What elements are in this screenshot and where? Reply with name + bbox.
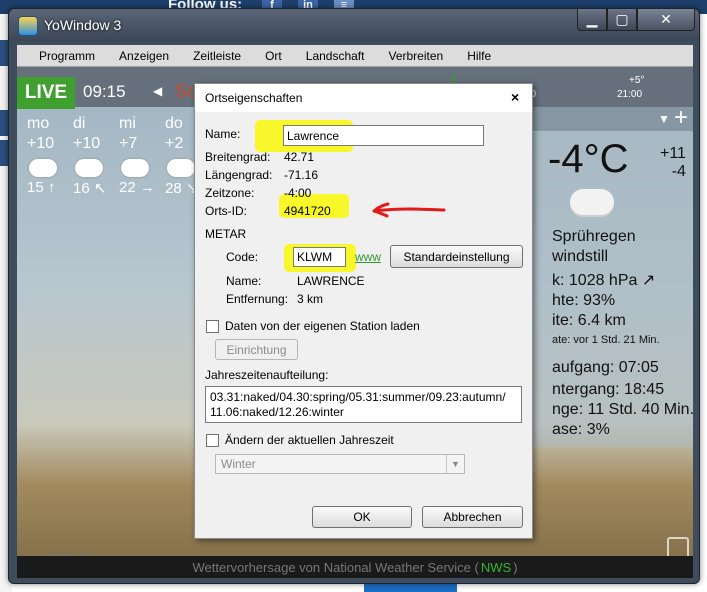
sunset-value: ntergang: 18:45 — [552, 381, 665, 398]
forecast-day-name: mi — [119, 115, 136, 132]
default-settings-button[interactable]: Standardeinstellung — [390, 245, 523, 268]
menu-item-hilfe[interactable]: Hilfe — [455, 49, 503, 63]
timezone-value: -4:00 — [284, 186, 312, 200]
distance-value: 3 km — [297, 292, 324, 306]
provider-text-end: ) — [513, 559, 518, 575]
forecast-day-name: di — [73, 115, 86, 132]
menu-bar: Programm Anzeigen Zeitleiste Ort Landsch… — [17, 45, 693, 67]
distance-label: Entfernung: — [226, 292, 289, 306]
wind-condition: windstill — [552, 248, 609, 265]
longitude-label: Längengrad: — [205, 168, 273, 182]
red-annotation-arrow — [372, 202, 446, 218]
timeline-back-icon[interactable]: ◀ — [153, 84, 162, 98]
live-button[interactable]: LIVE — [17, 77, 75, 109]
dialog-title-bar[interactable]: Ortseigenschaften × — [195, 84, 532, 112]
latitude-value: 42.71 — [284, 150, 315, 164]
season-select[interactable]: Winter ▼ — [215, 454, 465, 474]
forecast-wind: 22 → — [119, 179, 155, 196]
weather-condition: Sprühregen — [552, 228, 636, 245]
own-station-checkbox[interactable] — [206, 320, 219, 333]
menu-item-landschaft[interactable]: Landschaft — [294, 49, 377, 63]
pressure-value: k: 1028 hPa ↗ — [552, 272, 656, 289]
seasons-line: 11.06:naked/12.26:winter — [210, 405, 344, 419]
www-link[interactable]: www — [355, 250, 381, 264]
window-controls: ▁ ▢ ✕ — [577, 9, 695, 31]
current-time: 09:15 — [83, 82, 126, 101]
close-button[interactable]: ✕ — [637, 9, 695, 31]
location-id-value: 4941720 — [284, 204, 331, 218]
metar-code-input[interactable] — [293, 247, 346, 267]
provider-text: Wettervorhersage von National Weather Se… — [192, 559, 479, 575]
forecast-temp: +10 — [27, 135, 55, 152]
name-label: Name: — [205, 127, 241, 141]
forecast-wind: 16 ↖ — [73, 180, 107, 197]
forecast-day-name: mo — [27, 115, 50, 132]
update-age: ate: vor 1 Std. 21 Min. — [552, 334, 660, 346]
location-id-label: Orts-ID: — [205, 204, 247, 218]
forecast-temp: +7 — [119, 135, 138, 152]
partly-cloudy-icon — [121, 159, 149, 177]
day-length-value: nge: 11 Std. 40 Min. — [552, 401, 693, 418]
seasons-line: 03.31:naked/04.30:spring/05.31:summer/09… — [210, 390, 506, 404]
metar-name-value: LAWRENCE — [297, 274, 365, 288]
visibility-value: ite: 6.4 km — [552, 312, 626, 329]
chevron-down-icon[interactable]: ▼ — [446, 455, 464, 473]
forecast-day[interactable]: mi +7 22 → — [119, 115, 163, 199]
current-temperature: -4°C — [548, 137, 629, 181]
nws-link[interactable]: NWS — [481, 560, 511, 575]
seasons-label: Jahreszeitenaufteilung: — [205, 368, 329, 382]
partly-cloudy-icon — [167, 159, 195, 177]
forecast-temp: +10 — [73, 135, 101, 152]
menu-item-zeitleiste[interactable]: Zeitleiste — [181, 49, 253, 63]
cancel-button[interactable]: Abbrechen — [422, 506, 523, 528]
metar-code-label: Code: — [226, 250, 259, 264]
forecast-day[interactable]: mo +10 15 ↑ — [27, 115, 71, 199]
moon-phase-value: ase: 3% — [552, 421, 610, 438]
forecast-wind: 15 ↑ — [27, 179, 56, 196]
forecast-panel[interactable]: mo +10 15 ↑ di +10 16 ↖ mi +7 22 → do +2 — [27, 115, 217, 199]
latitude-label: Breitengrad: — [205, 150, 271, 164]
high-temp: +11 — [660, 145, 686, 162]
own-station-label[interactable]: Daten von der eigenen Station laden — [225, 319, 420, 333]
metar-heading: METAR — [205, 227, 247, 241]
sunrise-value: aufgang: 07:05 — [552, 359, 659, 376]
add-location-icon[interactable]: + — [674, 104, 688, 132]
drizzle-icon — [570, 189, 614, 215]
dialog-body: Name: Breitengrad: 42.71 Längengrad: -71… — [195, 112, 532, 538]
dialog-close-icon[interactable]: × — [511, 89, 519, 105]
title-bar[interactable]: YoWindow 3 ▁ ▢ ✕ — [9, 9, 699, 41]
timeline-label: 21:00 — [617, 89, 643, 100]
humidity-value: hte: 93% — [552, 292, 616, 309]
minimize-button[interactable]: ▁ — [577, 9, 607, 31]
menu-item-anzeigen[interactable]: Anzeigen — [107, 49, 181, 63]
longitude-value: -71.16 — [284, 168, 319, 182]
seasons-textarea[interactable]: 03.31:naked/04.30:spring/05.31:summer/09… — [205, 386, 522, 423]
window-title: YoWindow 3 — [44, 17, 122, 33]
rain-cloud-icon — [75, 159, 103, 177]
provider-footer: Wettervorhersage von National Weather Se… — [17, 556, 693, 578]
low-temp: -4 — [671, 163, 686, 180]
location-properties-dialog: Ortseigenschaften × Name: Breitengrad: 4… — [194, 83, 533, 539]
forecast-day[interactable]: di +10 16 ↖ — [73, 115, 117, 199]
timezone-label: Zeitzone: — [205, 186, 255, 200]
yowindow-app-icon[interactable] — [18, 16, 38, 36]
ok-button[interactable]: OK — [312, 506, 412, 528]
menu-item-ort[interactable]: Ort — [253, 49, 294, 63]
name-input[interactable] — [283, 125, 484, 146]
timeline-label: +5° — [629, 75, 645, 86]
metar-name-label: Name: — [226, 274, 262, 288]
season-select-value: Winter — [221, 457, 256, 471]
change-season-label[interactable]: Ändern der aktuellen Jahreszeit — [225, 433, 394, 447]
high-low-temps: +11 -4 — [660, 145, 686, 181]
chevron-down-icon[interactable]: ▼ — [658, 112, 670, 126]
maximize-button[interactable]: ▢ — [607, 9, 637, 31]
menu-item-verbreiten[interactable]: Verbreiten — [376, 49, 455, 63]
change-season-checkbox[interactable] — [206, 434, 219, 447]
menu-item-programm[interactable]: Programm — [17, 49, 107, 63]
setup-button[interactable]: Einrichtung — [215, 339, 298, 360]
cloud-icon — [29, 159, 57, 177]
dialog-title: Ortseigenschaften — [205, 91, 303, 105]
